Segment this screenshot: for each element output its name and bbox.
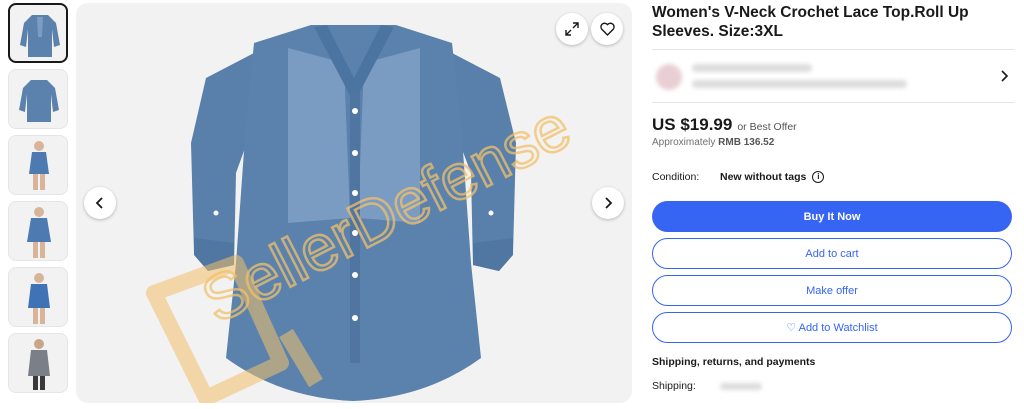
product-details-panel: Women's V-Neck Crochet Lace Top.Roll Up … <box>652 0 1014 394</box>
seller-avatar <box>656 64 682 90</box>
seller-info[interactable] <box>652 49 1014 103</box>
chevron-right-icon <box>605 197 613 209</box>
heart-icon <box>599 22 615 36</box>
shipping-heading: Shipping, returns, and payments <box>652 356 816 368</box>
make-offer-button[interactable]: Make offer <box>652 275 1012 306</box>
thumbnail-5[interactable] <box>8 267 68 327</box>
next-image-button[interactable] <box>592 187 624 219</box>
condition-row: Condition: New without tags i <box>652 169 1014 185</box>
seller-name-blurred <box>692 64 812 72</box>
shipping-value-blurred <box>720 383 762 390</box>
previous-image-button[interactable] <box>84 187 116 219</box>
thumbnail-6[interactable] <box>8 333 68 393</box>
approximate-price: Approximately RMB 136.52 <box>652 137 1014 148</box>
shipping-row: Shipping: <box>652 380 1014 394</box>
best-offer-label: or Best Offer <box>737 121 797 133</box>
add-to-watchlist-button[interactable]: ♡ Add to Watchlist <box>652 312 1012 343</box>
chevron-right-icon <box>1001 70 1008 82</box>
product-main-image[interactable]: SellerDefense <box>76 3 632 403</box>
thumbnail-4[interactable] <box>8 201 68 261</box>
approximate-value: RMB 136.52 <box>718 137 775 148</box>
seller-feedback-blurred <box>692 80 907 88</box>
thumbnail-3[interactable] <box>8 135 68 195</box>
thumbnail-1[interactable] <box>8 3 68 63</box>
info-icon[interactable]: i <box>812 171 825 183</box>
thumbnail-2[interactable] <box>8 69 68 129</box>
chevron-left-icon <box>95 197 103 209</box>
watchlist-heart-button[interactable] <box>591 13 623 45</box>
shipping-label: Shipping: <box>652 380 696 392</box>
product-title: Women's V-Neck Crochet Lace Top.Roll Up … <box>652 4 969 40</box>
condition-value: New without tags <box>720 171 807 183</box>
approximate-label: Approximately <box>652 137 716 148</box>
price-row: US $19.99 or Best Offer <box>652 115 1014 135</box>
thumbnail-strip <box>8 3 70 399</box>
buy-it-now-button[interactable]: Buy It Now <box>652 201 1012 232</box>
condition-label: Condition: <box>652 171 700 183</box>
price: US $19.99 <box>652 115 733 134</box>
add-to-cart-button[interactable]: Add to cart <box>652 238 1012 269</box>
expand-icon <box>565 22 579 36</box>
product-shirt-image <box>191 25 516 401</box>
fullscreen-button[interactable] <box>556 13 588 45</box>
